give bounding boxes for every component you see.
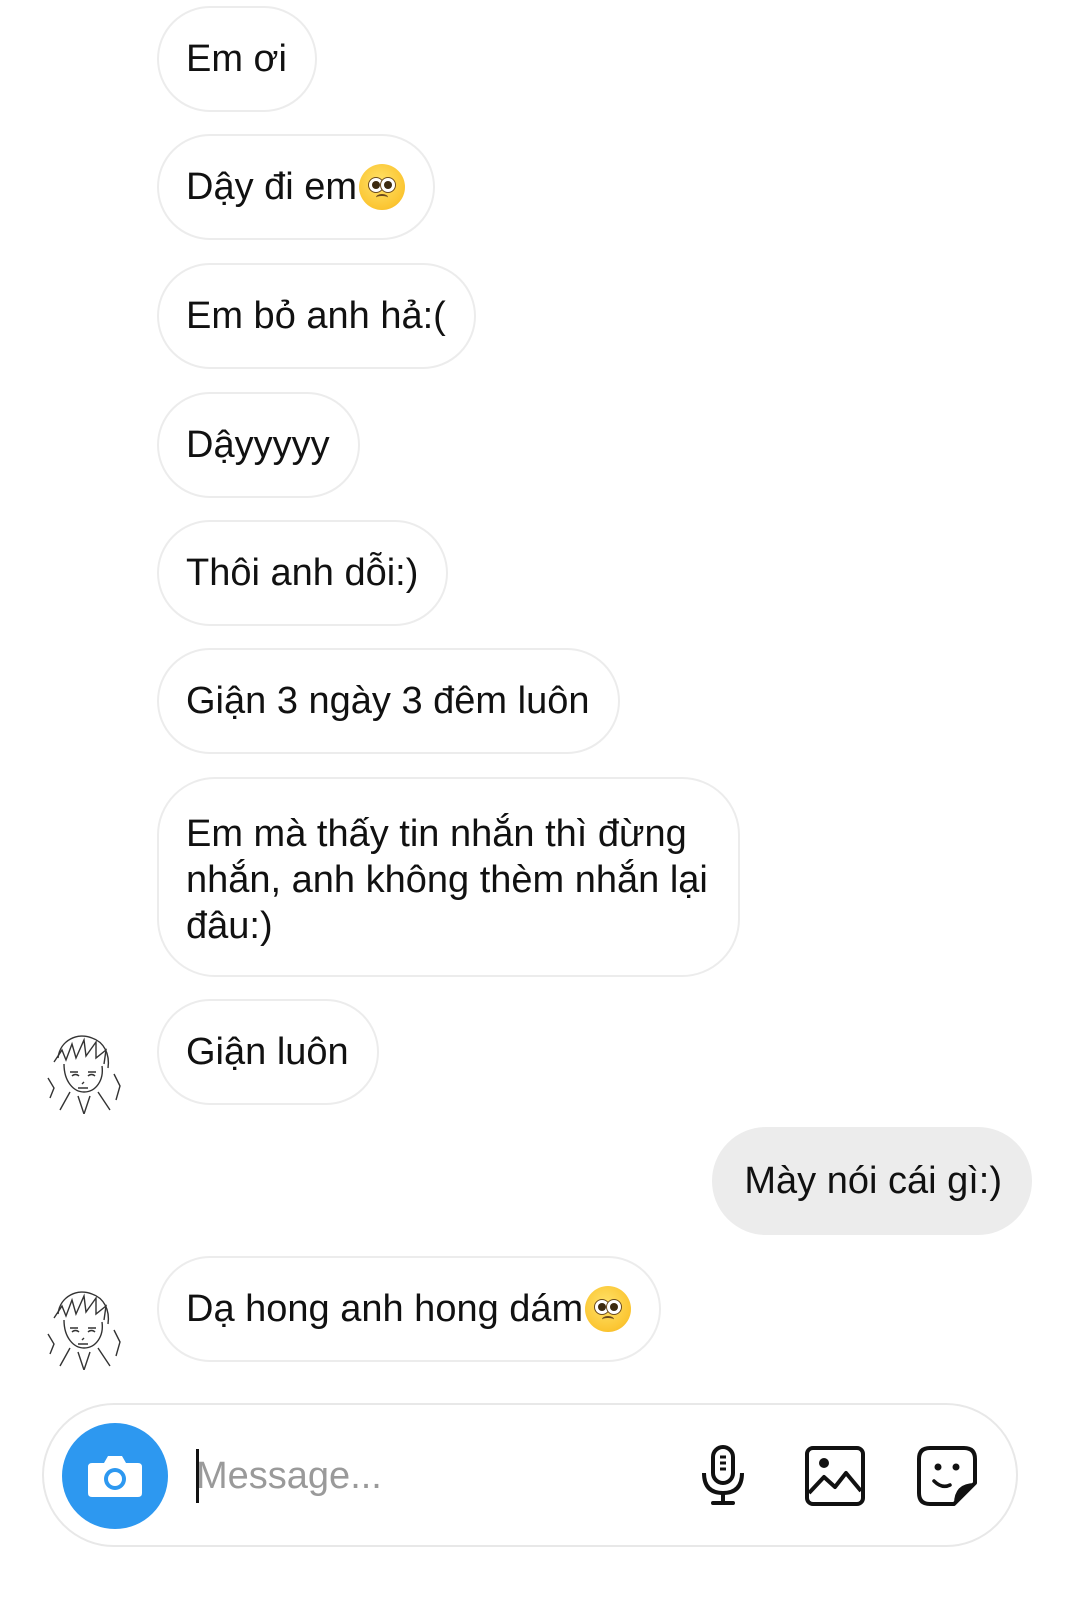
message-bubble-incoming[interactable]: Em bỏ anh hả:(	[157, 263, 476, 369]
gallery-button[interactable]	[802, 1443, 868, 1509]
message-text: Em bỏ anh hả:(	[186, 295, 446, 337]
message-bubble-incoming[interactable]: Giận luôn	[157, 999, 379, 1105]
avatar[interactable]	[40, 1028, 126, 1117]
message-text: Dậy đi em	[186, 166, 358, 208]
gallery-icon	[805, 1446, 865, 1506]
camera-icon	[88, 1456, 142, 1497]
message-input[interactable]: Message...	[196, 1453, 382, 1499]
message-bubble-incoming[interactable]: Dạ hong anh hong dám	[157, 1256, 662, 1362]
avatar-sketch-image	[47, 1291, 121, 1373]
message-text: Dạ hong anh hong dám	[186, 1288, 584, 1330]
message-composer: Message...	[42, 1403, 1018, 1547]
sticker-button[interactable]	[914, 1443, 980, 1509]
message-text: Giận luôn	[186, 1031, 349, 1073]
microphone-button[interactable]	[690, 1443, 756, 1509]
message-bubble-incoming[interactable]: Giận 3 ngày 3 đêm luôn	[157, 648, 620, 754]
pleading-face-emoji	[585, 1286, 632, 1332]
message-bubble-outgoing[interactable]: Mày nói cái gì:)	[712, 1127, 1032, 1235]
message-text: Dậyyyyy	[186, 424, 330, 466]
microphone-icon	[702, 1445, 744, 1505]
message-bubble-incoming[interactable]: Dậy đi em	[157, 134, 436, 240]
message-bubble-incoming[interactable]: Thôi anh dỗi:)	[157, 520, 449, 626]
message-text: Em ơi	[186, 38, 287, 80]
sticker-icon	[917, 1446, 977, 1506]
avatar[interactable]	[40, 1284, 126, 1373]
message-bubble-incoming[interactable]: Dậyyyyy	[157, 392, 360, 498]
pleading-face-emoji	[359, 164, 406, 210]
message-bubble-incoming[interactable]: Em mà thấy tin nhắn thì đừng nhắn, anh k…	[157, 777, 740, 977]
message-text: Thôi anh dỗi:)	[186, 552, 419, 594]
message-text: Em mà thấy tin nhắn thì đừng nhắn, anh k…	[186, 813, 708, 947]
message-text: Mày nói cái gì:)	[744, 1160, 1002, 1202]
message-text: Giận 3 ngày 3 đêm luôn	[186, 680, 590, 722]
message-bubble-incoming[interactable]: Em ơi	[157, 6, 317, 112]
avatar-sketch-image	[47, 1035, 121, 1117]
camera-button[interactable]	[62, 1423, 168, 1529]
